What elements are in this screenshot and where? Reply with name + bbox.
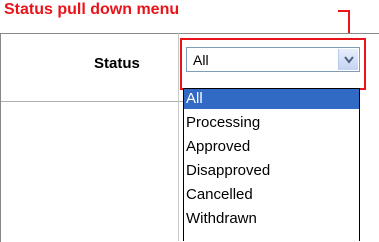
status-option-withdrawn[interactable]: Withdrawn (184, 209, 359, 229)
status-dropdown-list: All Processing Approved Disapproved Canc… (183, 88, 360, 241)
status-select[interactable]: All (186, 47, 360, 72)
status-select-value: All (193, 52, 209, 68)
label-column-divider (178, 33, 179, 241)
status-option-all[interactable]: All (184, 89, 359, 109)
chevron-down-icon-glyph (343, 55, 354, 64)
status-option-cancelled[interactable]: Cancelled (184, 185, 359, 205)
status-option-approved[interactable]: Approved (184, 137, 359, 157)
status-option-disapproved[interactable]: Disapproved (184, 161, 359, 181)
status-option-processing[interactable]: Processing (184, 113, 359, 133)
chevron-down-icon[interactable] (338, 49, 358, 70)
annotation-caption: Status pull down menu (4, 1, 180, 18)
status-label: Status (94, 55, 140, 72)
row-divider (1, 101, 183, 102)
